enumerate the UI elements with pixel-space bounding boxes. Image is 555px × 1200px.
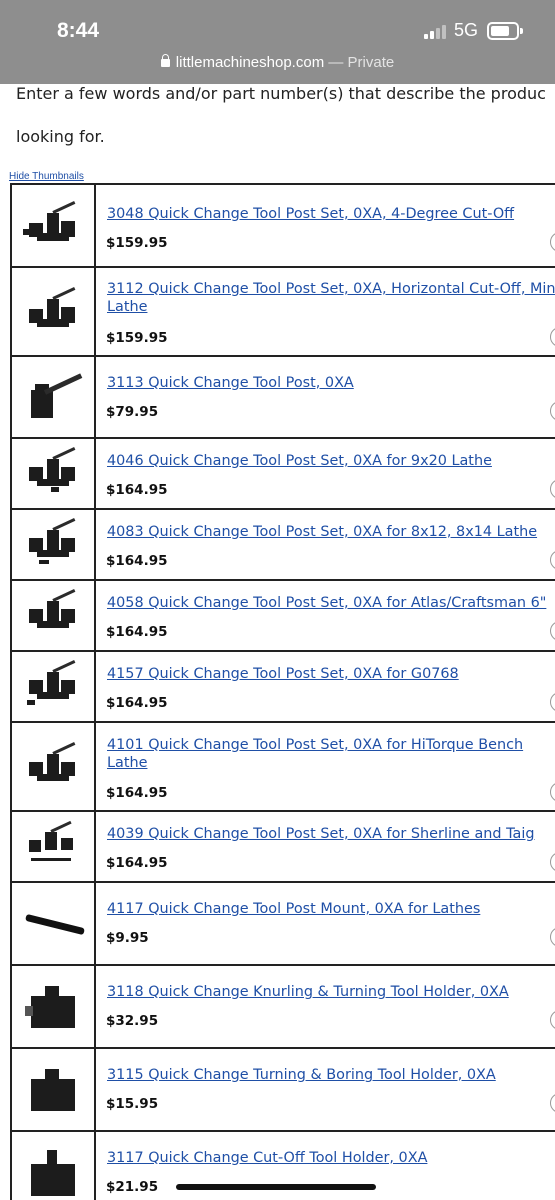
intro-line-1: Enter a few words and/or part number(s) … — [16, 84, 546, 103]
product-title-link[interactable]: 3112 Quick Change Tool Post Set, 0XA, Ho… — [107, 280, 555, 316]
tool-holder-thumbnail[interactable] — [12, 966, 96, 1047]
product-row: 4039 Quick Change Tool Post Set, 0XA for… — [10, 812, 555, 883]
product-select-radio[interactable] — [550, 782, 555, 802]
network-type: 5G — [454, 20, 479, 40]
product-select-radio[interactable] — [550, 852, 555, 872]
product-title-link[interactable]: 4101 Quick Change Tool Post Set, 0XA for… — [107, 736, 555, 772]
battery-tip — [520, 28, 523, 34]
private-label: — Private — [328, 54, 395, 71]
product-select-radio[interactable] — [550, 479, 555, 499]
product-title-link[interactable]: 4039 Quick Change Tool Post Set, 0XA for… — [107, 825, 555, 843]
product-select-radio[interactable] — [550, 1010, 555, 1030]
tool-post-set-thumbnail[interactable] — [12, 652, 96, 721]
home-indicator[interactable] — [176, 1184, 376, 1190]
product-row: 3118 Quick Change Knurling & Turning Too… — [10, 966, 555, 1049]
tool-post-set-thumbnail[interactable] — [12, 510, 96, 579]
product-price: $79.95 — [106, 404, 159, 420]
product-row: 4083 Quick Change Tool Post Set, 0XA for… — [10, 510, 555, 581]
status-time: 8:44 — [57, 19, 100, 42]
product-price: $164.95 — [106, 553, 168, 569]
product-price: $164.95 — [106, 482, 168, 498]
tool-holder-thumbnail[interactable] — [12, 1132, 96, 1200]
product-title-link[interactable]: 3048 Quick Change Tool Post Set, 0XA, 4-… — [107, 205, 555, 223]
tool-post-set-thumbnail[interactable] — [12, 812, 96, 881]
product-price: $164.95 — [106, 785, 168, 801]
product-title-line-1: 3112 Quick Change Tool Post Set, 0XA, Ho… — [107, 281, 555, 297]
product-title-link[interactable]: 3113 Quick Change Tool Post, 0XA — [107, 374, 555, 392]
tool-post-set-thumbnail[interactable] — [12, 723, 96, 810]
product-price: $15.95 — [106, 1096, 159, 1112]
tool-holder-thumbnail[interactable] — [12, 1049, 96, 1130]
product-row: 3113 Quick Change Tool Post, 0XA $79.95 — [10, 357, 555, 439]
product-title-link[interactable]: 4083 Quick Change Tool Post Set, 0XA for… — [107, 523, 555, 541]
product-row: 4058 Quick Change Tool Post Set, 0XA for… — [10, 581, 555, 652]
tool-post-thumbnail[interactable] — [12, 357, 96, 437]
tool-post-set-thumbnail[interactable] — [12, 581, 96, 650]
browser-top-bar: 8:44 5G littlemachineshop.com — Private — [0, 0, 555, 84]
product-title-link[interactable]: 4157 Quick Change Tool Post Set, 0XA for… — [107, 665, 555, 683]
product-select-radio[interactable] — [550, 232, 555, 252]
product-price: $164.95 — [106, 624, 168, 640]
product-select-radio[interactable] — [550, 401, 555, 421]
product-select-radio[interactable] — [550, 621, 555, 641]
product-select-radio[interactable] — [550, 327, 555, 347]
product-row: 4046 Quick Change Tool Post Set, 0XA for… — [10, 439, 555, 510]
product-title-link[interactable]: 3115 Quick Change Turning & Boring Tool … — [107, 1066, 555, 1084]
signal-icon — [424, 23, 450, 39]
url-bar[interactable]: littlemachineshop.com — Private — [0, 54, 555, 71]
product-row: 4157 Quick Change Tool Post Set, 0XA for… — [10, 652, 555, 723]
product-row: 3048 Quick Change Tool Post Set, 0XA, 4-… — [10, 185, 555, 268]
url-text: littlemachineshop.com — [175, 54, 325, 71]
lock-icon — [160, 54, 170, 67]
hide-thumbnails-link[interactable]: Hide Thumbnails — [9, 171, 84, 182]
product-title-link[interactable]: 4058 Quick Change Tool Post Set, 0XA for… — [107, 594, 555, 612]
product-price: $159.95 — [106, 235, 168, 251]
product-title-link[interactable]: 4046 Quick Change Tool Post Set, 0XA for… — [107, 452, 555, 470]
tool-post-set-thumbnail[interactable] — [12, 439, 96, 508]
product-title-line-2: Lathe — [107, 299, 148, 315]
product-select-radio[interactable] — [550, 692, 555, 712]
post-mount-thumbnail[interactable] — [12, 883, 96, 964]
tool-post-set-thumbnail[interactable] — [12, 185, 96, 266]
product-title-line-2: Lathe — [107, 755, 148, 771]
product-row: 4101 Quick Change Tool Post Set, 0XA for… — [10, 723, 555, 812]
product-select-radio[interactable] — [550, 550, 555, 570]
tool-post-set-thumbnail[interactable] — [12, 268, 96, 355]
product-select-radio[interactable] — [550, 927, 555, 947]
product-price: $164.95 — [106, 695, 168, 711]
product-row: 3112 Quick Change Tool Post Set, 0XA, Ho… — [10, 268, 555, 357]
product-select-radio[interactable] — [550, 1093, 555, 1113]
product-title-line-1: 4101 Quick Change Tool Post Set, 0XA for… — [107, 737, 524, 753]
intro-line-2: looking for. — [16, 127, 105, 146]
product-price: $32.95 — [106, 1013, 159, 1029]
product-title-link[interactable]: 4117 Quick Change Tool Post Mount, 0XA f… — [107, 900, 555, 918]
product-title-link[interactable]: 3118 Quick Change Knurling & Turning Too… — [107, 983, 555, 1001]
product-title-link[interactable]: 3117 Quick Change Cut-Off Tool Holder, 0… — [107, 1149, 555, 1167]
battery-icon — [487, 22, 519, 40]
product-table: 3048 Quick Change Tool Post Set, 0XA, 4-… — [10, 183, 555, 1200]
product-price: $9.95 — [106, 930, 149, 946]
product-row: 4117 Quick Change Tool Post Mount, 0XA f… — [10, 883, 555, 966]
product-row: 3115 Quick Change Turning & Boring Tool … — [10, 1049, 555, 1132]
product-price: $21.95 — [106, 1179, 159, 1195]
product-price: $159.95 — [106, 330, 168, 346]
product-price: $164.95 — [106, 855, 168, 871]
